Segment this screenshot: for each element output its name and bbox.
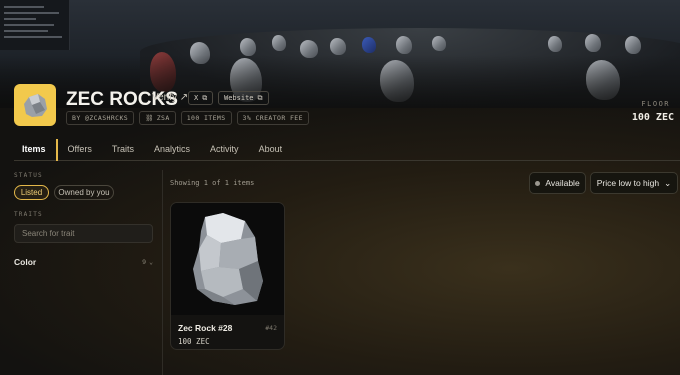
creator-fee-label: 3% CREATOR FEE xyxy=(242,114,303,122)
tab-about[interactable]: About xyxy=(249,139,293,161)
external-link-icon: ⧉ xyxy=(202,93,208,102)
chevron-down-icon: ⌄ xyxy=(664,177,672,188)
trait-group-count-wrap: 9 ⌄ xyxy=(142,258,153,266)
standard-label: ZSA xyxy=(156,114,170,122)
item-number: #42 xyxy=(265,324,277,332)
creator-fee-badge: 3% CREATOR FEE xyxy=(236,111,309,125)
x-label: X xyxy=(194,94,199,102)
rock-avatar-icon xyxy=(24,94,47,117)
verify-label: Verify xyxy=(152,92,178,103)
results-count: Showing 1 of 1 items xyxy=(170,179,255,187)
status-owned-pill[interactable]: Owned by you xyxy=(54,185,114,200)
availability-label: Available xyxy=(545,178,580,188)
item-card[interactable]: Zec Rock #28 #42 100 ZEC xyxy=(170,202,285,350)
traits-section-label: TRAITS xyxy=(14,211,43,218)
rock-image-icon xyxy=(192,213,263,305)
trait-group-label: Color xyxy=(14,257,37,267)
link-icon: ⛓ xyxy=(145,114,154,122)
standard-badge: ⛓ ZSA xyxy=(139,111,176,125)
tab-analytics[interactable]: Analytics xyxy=(144,139,200,161)
creator-badge[interactable]: BY @ZCASHRCKS xyxy=(66,111,135,125)
external-link-icon: ↗ xyxy=(179,92,189,103)
tab-traits[interactable]: Traits xyxy=(102,139,144,161)
trait-search-input[interactable] xyxy=(14,224,153,243)
collection-tabs: Items Offers Traits Analytics Activity A… xyxy=(14,139,680,161)
x-link-button[interactable]: X ⧉ xyxy=(188,91,214,105)
item-image xyxy=(171,203,284,315)
sort-dropdown[interactable]: Price low to high ⌄ xyxy=(590,172,678,194)
tab-items[interactable]: Items xyxy=(14,139,58,161)
status-section-label: STATUS xyxy=(14,172,43,179)
floor-value: 100 ZEC xyxy=(631,112,674,123)
item-price: 100 ZEC xyxy=(178,337,210,346)
sidebar-divider xyxy=(162,170,163,375)
collection-avatar xyxy=(14,84,56,126)
availability-filter-button[interactable]: Available xyxy=(529,172,586,194)
verify-link[interactable]: Verify ↗ xyxy=(152,92,188,103)
trait-group-color[interactable]: Color 9 ⌄ xyxy=(14,256,153,268)
trait-group-count: 9 xyxy=(142,258,147,266)
item-name: Zec Rock #28 xyxy=(178,323,233,333)
item-count-label: 100 ITEMS xyxy=(186,114,226,122)
external-link-icon: ⧉ xyxy=(257,93,263,102)
banner-screen xyxy=(0,0,70,50)
floor-label: FLOOR xyxy=(641,100,670,108)
status-listed-pill[interactable]: Listed xyxy=(14,185,49,200)
item-count-badge: 100 ITEMS xyxy=(180,111,232,125)
status-dot-icon xyxy=(535,180,541,186)
sort-label: Price low to high xyxy=(596,178,660,188)
chevron-down-icon: ⌄ xyxy=(149,258,153,266)
website-link-button[interactable]: Website ⧉ xyxy=(218,91,269,105)
website-label: Website xyxy=(224,94,254,102)
tab-activity[interactable]: Activity xyxy=(200,139,249,161)
creator-label: BY @ZCASHRCKS xyxy=(72,114,129,122)
tab-offers[interactable]: Offers xyxy=(58,139,102,161)
collection-meta-row: BY @ZCASHRCKS ⛓ ZSA 100 ITEMS 3% CREATOR … xyxy=(66,111,309,125)
